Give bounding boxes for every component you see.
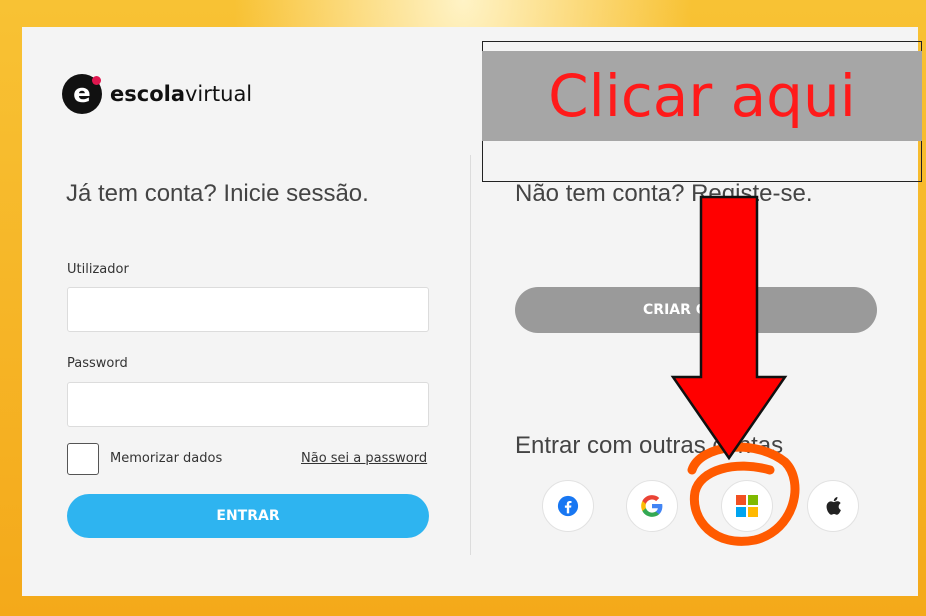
enter-button[interactable]: ENTRAR xyxy=(67,494,429,538)
forgot-password-link[interactable]: Não sei a password xyxy=(301,451,427,466)
logo-text-rest: virtual xyxy=(185,82,253,106)
remember-checkbox[interactable] xyxy=(67,443,99,475)
microsoft-icon xyxy=(736,495,758,517)
column-divider xyxy=(470,155,471,555)
google-login-button[interactable] xyxy=(626,480,678,532)
password-label: Password xyxy=(67,356,128,371)
logo-text-bold: escola xyxy=(110,82,185,106)
google-icon xyxy=(641,495,663,517)
escola-virtual-logo: e escolavirtual xyxy=(62,72,252,116)
apple-login-button[interactable] xyxy=(807,480,859,532)
logo-letter: e xyxy=(73,79,91,109)
username-label: Utilizador xyxy=(67,262,129,277)
create-account-button[interactable]: CRIAR CONTA xyxy=(515,287,877,333)
other-accounts-title: Entrar com outras contas xyxy=(515,432,784,459)
remember-label: Memorizar dados xyxy=(110,451,223,466)
facebook-icon xyxy=(557,495,579,517)
facebook-login-button[interactable] xyxy=(542,480,594,532)
password-input[interactable] xyxy=(67,382,429,427)
logo-dot xyxy=(92,76,101,85)
microsoft-login-button[interactable] xyxy=(721,480,773,532)
callout-label: Clicar aqui xyxy=(482,51,922,141)
register-title: Não tem conta? Registe-se. xyxy=(515,180,813,207)
logo-mark: e xyxy=(62,74,102,114)
username-input[interactable] xyxy=(67,287,429,332)
apple-icon xyxy=(826,497,841,515)
logo-text: escolavirtual xyxy=(110,82,252,106)
login-title: Já tem conta? Inicie sessão. xyxy=(66,180,369,207)
